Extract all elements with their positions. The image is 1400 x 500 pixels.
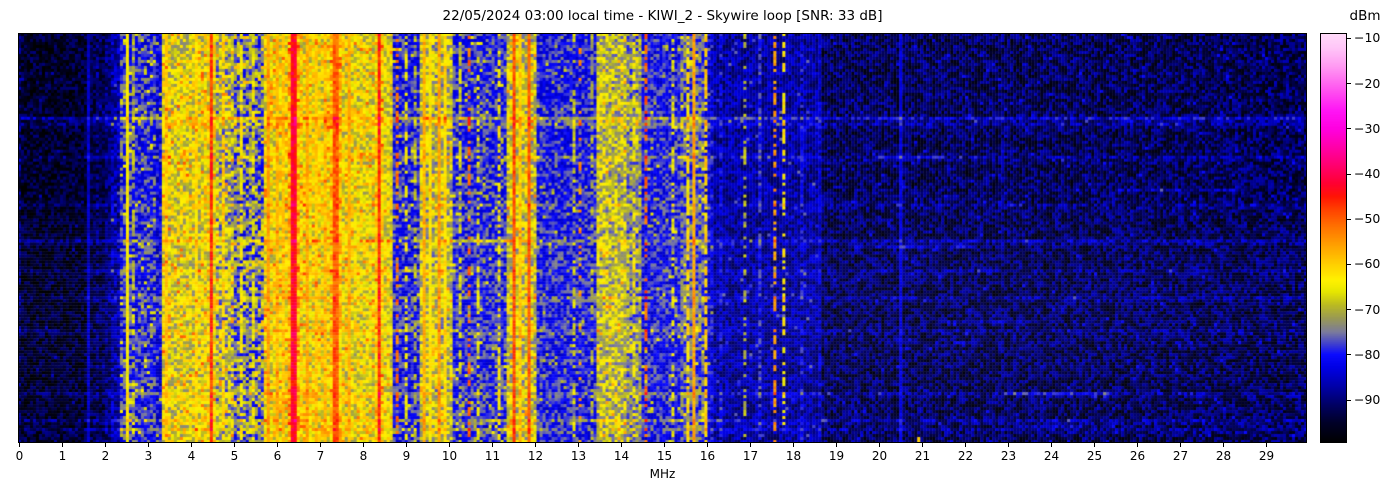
colorbar-tick bbox=[1347, 263, 1351, 265]
x-axis-tick bbox=[707, 443, 708, 447]
colorbar-tick bbox=[1347, 173, 1351, 175]
x-axis-tick bbox=[836, 443, 837, 447]
colorbar-tick-label: −20 bbox=[1354, 75, 1381, 91]
x-axis-tick-label: 15 bbox=[656, 449, 673, 463]
x-axis-label: MHz bbox=[649, 467, 676, 481]
colorbar-label: dBm bbox=[1349, 8, 1381, 24]
colorbar-tick-label: −80 bbox=[1354, 346, 1381, 362]
colorbar-tick-label: −90 bbox=[1354, 392, 1381, 408]
spectrogram-plot bbox=[18, 33, 1307, 443]
x-axis-tick-label: 20 bbox=[871, 449, 888, 463]
colorbar-tick-label: −40 bbox=[1354, 166, 1381, 182]
x-axis-tick bbox=[1094, 443, 1095, 447]
x-axis-tick-label: 3 bbox=[144, 449, 153, 463]
x-axis-tick-label: 28 bbox=[1215, 449, 1232, 463]
x-axis-tick bbox=[965, 443, 966, 447]
colorbar-tick-label: −10 bbox=[1354, 30, 1381, 46]
colorbar-tick bbox=[1347, 354, 1351, 356]
x-axis-tick-label: 24 bbox=[1043, 449, 1060, 463]
x-axis-tick-label: 9 bbox=[402, 449, 411, 463]
x-axis-tick bbox=[62, 443, 63, 447]
x-axis-tick-label: 2 bbox=[101, 449, 110, 463]
x-axis-tick bbox=[793, 443, 794, 447]
x-axis-tick-label: 17 bbox=[742, 449, 759, 463]
x-axis-tick bbox=[1223, 443, 1224, 447]
x-axis-tick-label: 16 bbox=[699, 449, 716, 463]
x-axis-tick-label: 23 bbox=[1000, 449, 1017, 463]
colorbar-tick bbox=[1347, 128, 1351, 130]
x-axis-tick bbox=[1137, 443, 1138, 447]
x-axis-tick bbox=[1008, 443, 1009, 447]
x-axis-tick-label: 8 bbox=[359, 449, 368, 463]
x-axis-tick-label: 25 bbox=[1086, 449, 1103, 463]
x-axis-tick bbox=[922, 443, 923, 447]
x-axis-tick-label: 1 bbox=[58, 449, 67, 463]
x-axis-tick-label: 26 bbox=[1129, 449, 1146, 463]
x-axis-tick bbox=[492, 443, 493, 447]
x-axis-tick bbox=[578, 443, 579, 447]
colorbar-tick-label: −30 bbox=[1354, 120, 1381, 136]
x-axis-tick bbox=[621, 443, 622, 447]
x-axis-tick bbox=[363, 443, 364, 447]
x-axis-tick bbox=[191, 443, 192, 447]
x-axis-tick-label: 0 bbox=[15, 449, 24, 463]
colorbar-tick bbox=[1347, 37, 1351, 39]
x-axis-tick bbox=[105, 443, 106, 447]
colorbar-tick bbox=[1347, 218, 1351, 220]
colorbar-tick-label: −70 bbox=[1354, 301, 1381, 317]
x-axis-tick-label: 13 bbox=[570, 449, 587, 463]
plot-title: 22/05/2024 03:00 local time - KIWI_2 - S… bbox=[442, 8, 883, 24]
colorbar-tick-label: −50 bbox=[1354, 211, 1381, 227]
x-axis-tick bbox=[449, 443, 450, 447]
x-axis-tick bbox=[535, 443, 536, 447]
x-axis-tick bbox=[750, 443, 751, 447]
x-axis-tick-label: 21 bbox=[914, 449, 931, 463]
spectrogram-canvas bbox=[18, 33, 1307, 443]
x-axis-tick-label: 12 bbox=[527, 449, 544, 463]
x-axis-tick-label: 29 bbox=[1258, 449, 1275, 463]
x-axis-tick-label: 4 bbox=[187, 449, 196, 463]
colorbar-tick bbox=[1347, 309, 1351, 311]
x-axis-tick-label: 7 bbox=[316, 449, 325, 463]
colorbar-tick-label: −60 bbox=[1354, 256, 1381, 272]
x-axis-tick bbox=[1051, 443, 1052, 447]
x-axis-tick-label: 10 bbox=[441, 449, 458, 463]
x-axis-tick-label: 18 bbox=[785, 449, 802, 463]
x-axis-tick-label: 5 bbox=[230, 449, 239, 463]
x-axis-tick bbox=[1266, 443, 1267, 447]
colorbar-tick bbox=[1347, 83, 1351, 85]
x-axis-tick bbox=[148, 443, 149, 447]
x-axis-tick bbox=[234, 443, 235, 447]
x-axis-tick-label: 19 bbox=[828, 449, 845, 463]
x-axis-tick bbox=[664, 443, 665, 447]
colorbar-tick bbox=[1347, 399, 1351, 401]
x-axis-tick bbox=[19, 443, 20, 447]
x-axis-tick bbox=[1180, 443, 1181, 447]
x-axis-tick bbox=[879, 443, 880, 447]
x-axis-tick-label: 6 bbox=[273, 449, 282, 463]
colorbar-canvas bbox=[1320, 33, 1347, 443]
x-axis-tick bbox=[277, 443, 278, 447]
x-axis-tick-label: 14 bbox=[613, 449, 630, 463]
x-axis-tick bbox=[320, 443, 321, 447]
x-axis-tick bbox=[406, 443, 407, 447]
x-axis-tick-label: 27 bbox=[1172, 449, 1189, 463]
x-axis-tick-label: 11 bbox=[484, 449, 501, 463]
x-axis-tick-label: 22 bbox=[957, 449, 974, 463]
